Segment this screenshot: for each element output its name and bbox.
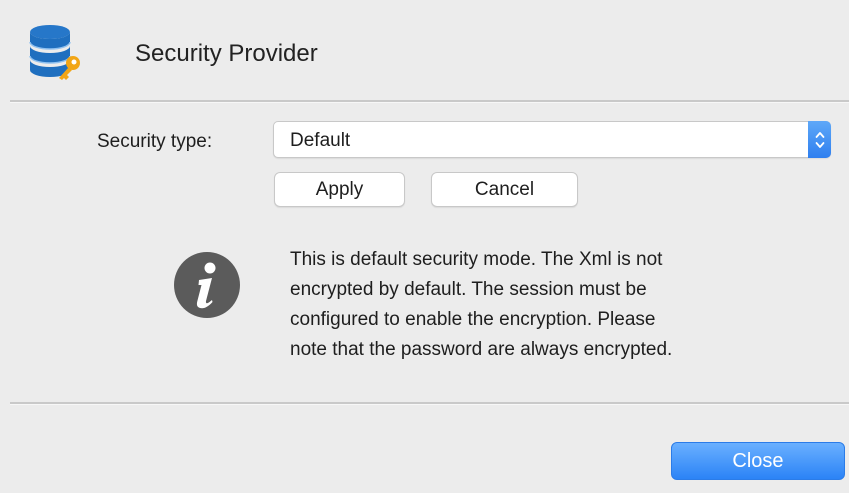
cancel-button[interactable]: Cancel bbox=[431, 172, 578, 207]
security-type-label: Security type: bbox=[97, 131, 213, 152]
dialog-title: Security Provider bbox=[135, 40, 318, 67]
apply-button[interactable]: Apply bbox=[274, 172, 405, 207]
info-line: encrypted by default. The session must b… bbox=[290, 279, 647, 300]
header-divider bbox=[10, 100, 849, 103]
security-type-value: Default bbox=[290, 130, 351, 151]
footer-divider bbox=[10, 402, 849, 405]
chevron-up-down-icon bbox=[815, 131, 824, 148]
close-button[interactable]: Close bbox=[671, 442, 845, 480]
info-line: configured to enable the encryption. Ple… bbox=[290, 309, 656, 330]
security-type-select[interactable]: Default bbox=[273, 121, 831, 158]
database-key-icon bbox=[29, 25, 80, 80]
dialog-header: Security Provider bbox=[0, 0, 849, 100]
info-line: This is default security mode. The Xml i… bbox=[290, 249, 663, 270]
security-provider-dialog: Security Provider Security type: Default… bbox=[0, 0, 849, 493]
info-line: note that the password are always encryp… bbox=[290, 339, 673, 360]
select-stepper[interactable] bbox=[808, 121, 831, 158]
info-icon bbox=[174, 252, 240, 318]
info-message: This is default security mode. The Xml i… bbox=[290, 245, 830, 365]
